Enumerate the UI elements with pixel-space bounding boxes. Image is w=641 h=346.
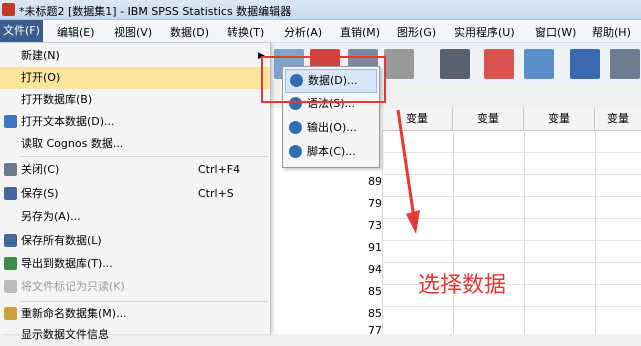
menu-analyze[interactable]: 分析(A): [284, 24, 322, 40]
export-icon: [4, 257, 17, 270]
find-icon[interactable]: [440, 49, 470, 79]
submenu-item-output[interactable]: 输出(O)...: [285, 117, 375, 139]
menu-item-open[interactable]: 打开(O): [0, 67, 270, 89]
menu-item-open-text-data[interactable]: 打开文本数据(D)...: [0, 111, 270, 133]
save-icon: [4, 187, 17, 200]
grid-icon[interactable]: [384, 49, 414, 79]
cell-value[interactable]: 91: [354, 241, 382, 254]
chart-builder-icon[interactable]: [524, 49, 554, 79]
read-only-icon: [4, 280, 17, 293]
insert-cases-icon[interactable]: [484, 49, 514, 79]
save-all-icon: [4, 234, 17, 247]
menu-item-rename-dataset[interactable]: 重新命名数据集(M)...: [0, 303, 270, 325]
annotation-arrow: [396, 109, 420, 234]
grid-line: [382, 262, 641, 263]
cell-value[interactable]: 85: [354, 285, 382, 298]
close-icon: [4, 163, 17, 176]
grid-line: [382, 306, 641, 307]
menu-view[interactable]: 视图(V): [114, 24, 152, 40]
grid-line: [453, 130, 454, 334]
grid-line: [382, 240, 641, 241]
menu-item-save-all[interactable]: 保存所有数据(L): [0, 230, 270, 252]
menu-utilities[interactable]: 实用程序(U): [454, 24, 515, 40]
menu-file[interactable]: 文件(F): [0, 20, 43, 42]
menu-help[interactable]: 帮助(H): [592, 24, 631, 40]
column-header[interactable]: 变量: [453, 108, 524, 131]
rename-icon: [4, 307, 17, 320]
menu-window[interactable]: 窗口(W): [535, 24, 576, 40]
annotation-label: 选择数据: [418, 273, 507, 298]
menu-item-save[interactable]: 保存(S) Ctrl+S: [0, 183, 270, 205]
cell-value[interactable]: 77: [354, 324, 382, 337]
split-file-icon[interactable]: [570, 49, 600, 79]
menu-item-mark-read-only: 将文件标记为只读(K): [0, 276, 270, 298]
cell-value[interactable]: 89: [354, 175, 382, 188]
menu-item-export-database[interactable]: 导出到数据库(T)...: [0, 253, 270, 275]
grid-line: [524, 130, 525, 334]
menu-item-new[interactable]: 新建(N) ▶: [0, 45, 270, 67]
menu-item-display-file-info[interactable]: 显示数据文件信息: [0, 324, 270, 346]
menu-data[interactable]: 数据(D): [170, 24, 209, 40]
column-header[interactable]: 变量: [595, 108, 641, 131]
menu-transform[interactable]: 转换(T): [227, 24, 264, 40]
highlight-box: [261, 56, 386, 103]
menu-item-close[interactable]: 关闭(C) Ctrl+F4: [0, 159, 270, 181]
text-data-icon: [4, 115, 17, 128]
cell-value[interactable]: 85: [354, 307, 382, 320]
menu-graphs[interactable]: 图形(G): [397, 24, 436, 40]
spss-app-icon: [2, 3, 15, 16]
menu-separator: [20, 301, 268, 302]
output-file-icon: [289, 121, 302, 134]
window-title: *未标题2 [数据集1] - IBM SPSS Statistics 数据编辑器: [19, 5, 292, 18]
menu-bar: 文件(F) 编辑(E) 视图(V) 数据(D) 转换(T) 分析(A) 直销(M…: [0, 20, 641, 43]
file-menu: 新建(N) ▶ 打开(O) 打开数据库(B) 打开文本数据(D)... 读取 C…: [0, 43, 271, 341]
menu-item-read-cognos[interactable]: 读取 Cognos 数据...: [0, 133, 270, 155]
menu-direct-marketing[interactable]: 直销(M): [340, 24, 380, 40]
script-file-icon: [289, 145, 302, 158]
cell-value[interactable]: 94: [354, 263, 382, 276]
grid-line: [595, 130, 596, 334]
cell-value[interactable]: 79: [354, 197, 382, 210]
weight-cases-icon[interactable]: [610, 49, 640, 79]
column-header[interactable]: 变量: [524, 108, 595, 131]
menu-edit[interactable]: 编辑(E): [57, 24, 95, 40]
cell-value[interactable]: 73: [354, 219, 382, 232]
menu-separator: [20, 156, 268, 157]
menu-item-save-as[interactable]: 另存为(A)...: [0, 206, 270, 228]
submenu-item-script[interactable]: 脚本(C)...: [285, 141, 375, 163]
menu-item-open-database[interactable]: 打开数据库(B): [0, 89, 270, 111]
title-bar: *未标题2 [数据集1] - IBM SPSS Statistics 数据编辑器: [0, 0, 641, 20]
